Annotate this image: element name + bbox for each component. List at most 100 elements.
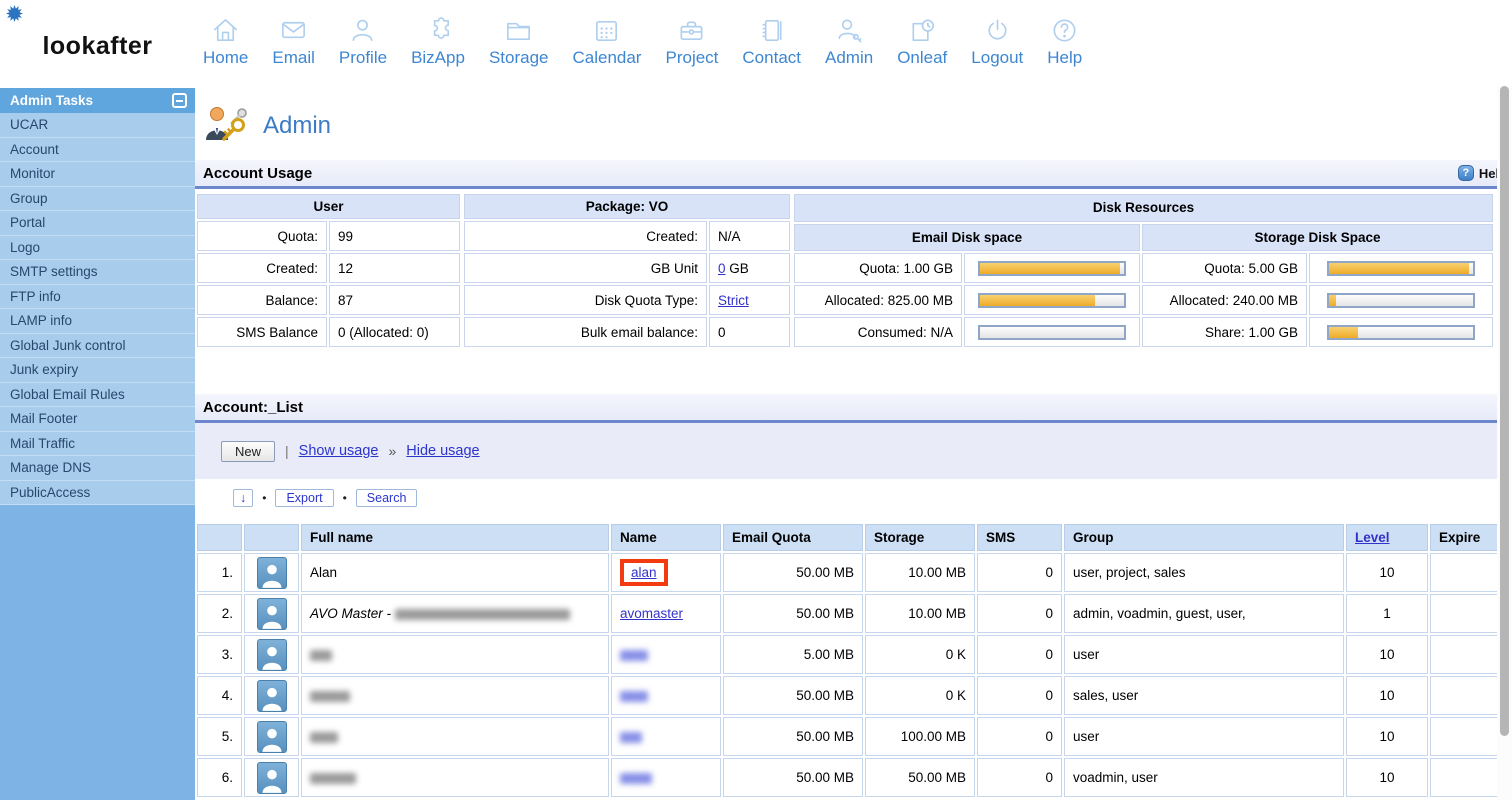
nav-item-admin[interactable]: Admin [825, 12, 873, 68]
row-label: Share: 1.00 GB [1142, 317, 1307, 347]
scrollbar-thumb[interactable] [1500, 86, 1509, 736]
list-actions: ↓ • Export • Search [233, 489, 1512, 507]
storage-folder-icon [503, 12, 534, 46]
nav-item-project[interactable]: Project [665, 12, 718, 68]
sidebar-item-portal[interactable]: Portal [0, 211, 195, 236]
row-label: Quota: [197, 221, 327, 251]
name-cell [611, 758, 721, 797]
sidebar-item-global-email-rules[interactable]: Global Email Rules [0, 382, 195, 407]
progress-bar [978, 324, 1126, 340]
dot-separator: • [342, 491, 347, 505]
sms-cell: 0 [977, 635, 1062, 674]
gb-unit-link[interactable]: 0 [718, 261, 726, 276]
bizapp-puzzle-icon [423, 12, 454, 46]
avatar-icon [256, 720, 287, 753]
new-button[interactable]: New [221, 440, 276, 462]
account-list-table: Full name Name Email Quota Storage SMS G… [195, 522, 1512, 799]
raquo: » [388, 443, 397, 459]
redacted-link[interactable] [620, 649, 648, 661]
sidebar-item-logo[interactable]: Logo [0, 235, 195, 260]
redacted-text [310, 772, 356, 784]
level-cell: 1 [1346, 594, 1428, 633]
row-label: GB Unit [464, 253, 707, 283]
row-value: 99 [329, 221, 460, 251]
level-sort-link[interactable]: Level [1355, 530, 1390, 545]
nav-item-calendar[interactable]: Calendar [572, 12, 641, 68]
sidebar-item-ucar[interactable]: UCAR [0, 113, 195, 138]
sidebar-item-global-junk-control[interactable]: Global Junk control [0, 333, 195, 358]
row-label: Disk Quota Type: [464, 285, 707, 315]
nav-item-help[interactable]: Help [1047, 12, 1082, 68]
row-label: Consumed: N/A [794, 317, 962, 347]
sidebar-item-monitor[interactable]: Monitor [0, 162, 195, 187]
account-name-link[interactable]: alan [631, 565, 657, 580]
sidebar-item-manage-dns[interactable]: Manage DNS [0, 456, 195, 481]
redacted-link[interactable] [620, 731, 642, 743]
nav-label: Onleaf [897, 48, 948, 67]
nav-label: Calendar [572, 48, 642, 67]
email-quota-cell: 50.00 MB [723, 553, 863, 592]
sidebar-item-mail-traffic[interactable]: Mail Traffic [0, 431, 195, 456]
admin-person-key-icon [203, 104, 251, 148]
sidebar-item-junk-expiry[interactable]: Junk expiry [0, 358, 195, 383]
sidebar-item-account[interactable]: Account [0, 137, 195, 162]
nav-label: Profile [338, 48, 388, 67]
app-logo[interactable]: lookafter [0, 0, 195, 61]
row-number: 3. [197, 635, 242, 674]
sidebar-item-publicaccess[interactable]: PublicAccess [0, 480, 195, 505]
hide-usage-link[interactable]: Hide usage [406, 443, 479, 459]
nav-item-logout[interactable]: Logout [971, 12, 1023, 68]
email-disk-header: Email Disk space [794, 223, 1140, 251]
export-button[interactable]: Export [275, 489, 334, 507]
name-cell: alan [611, 553, 721, 592]
email-quota-cell: 50.00 MB [723, 676, 863, 715]
row-number: 2. [197, 594, 242, 633]
progress-cell [1309, 317, 1493, 347]
sort-arrow-button[interactable]: ↓ [233, 489, 254, 507]
full-name-cell [301, 676, 609, 715]
name-cell [611, 676, 721, 715]
collapse-minus-icon[interactable] [172, 93, 187, 108]
admin-user-key-icon [834, 12, 865, 46]
group-cell: admin, voadmin, guest, user, [1064, 594, 1344, 633]
nav-item-onleaf[interactable]: Onleaf [897, 12, 947, 68]
nav-item-bizapp[interactable]: BizApp [411, 12, 465, 68]
sms-cell: 0 [977, 717, 1062, 756]
nav-item-storage[interactable]: Storage [489, 12, 548, 68]
full-name-cell: AVO Master - [301, 594, 609, 633]
nav-item-contact[interactable]: Contact [742, 12, 801, 68]
search-button[interactable]: Search [355, 489, 418, 507]
show-usage-link[interactable]: Show usage [299, 443, 379, 459]
account-name-link[interactable]: avomaster [620, 606, 683, 621]
row-value: N/A [709, 221, 790, 251]
nav-item-profile[interactable]: Profile [339, 12, 387, 68]
avatar-icon [256, 638, 287, 671]
nav-label: Admin [825, 48, 874, 67]
avatar-cell [244, 635, 299, 674]
row-number: 1. [197, 553, 242, 592]
row-label: SMS Balance [197, 317, 327, 347]
redacted-link[interactable] [620, 772, 652, 784]
nav-item-home[interactable]: Home [203, 12, 248, 68]
sidebar-item-smtp-settings[interactable]: SMTP settings [0, 260, 195, 285]
email-icon [278, 12, 309, 46]
disk-quota-type-link[interactable]: Strict [718, 293, 749, 308]
sidebar-item-ftp-info[interactable]: FTP info [0, 284, 195, 309]
sidebar-item-lamp-info[interactable]: LAMP info [0, 309, 195, 334]
sms-cell: 0 [977, 676, 1062, 715]
sidebar-item-mail-footer[interactable]: Mail Footer [0, 407, 195, 432]
nav-label: Help [1047, 48, 1083, 67]
col-header-name: Name [611, 524, 721, 551]
table-row: 5. 50.00 MB 100.00 MB 0 user 10 [197, 717, 1512, 756]
redacted-link[interactable] [620, 690, 648, 702]
sidebar-item-group[interactable]: Group [0, 186, 195, 211]
row-value: 0 [709, 317, 790, 347]
nav-item-email[interactable]: Email [272, 12, 315, 68]
avatar-icon [256, 679, 287, 712]
nav-label: Contact [742, 48, 801, 67]
full-name-cell [301, 717, 609, 756]
profile-icon [347, 12, 378, 46]
sidebar: Admin Tasks UCAR Account Monitor Group P… [0, 88, 195, 800]
avatar-cell [244, 758, 299, 797]
progress-cell [1309, 285, 1493, 315]
